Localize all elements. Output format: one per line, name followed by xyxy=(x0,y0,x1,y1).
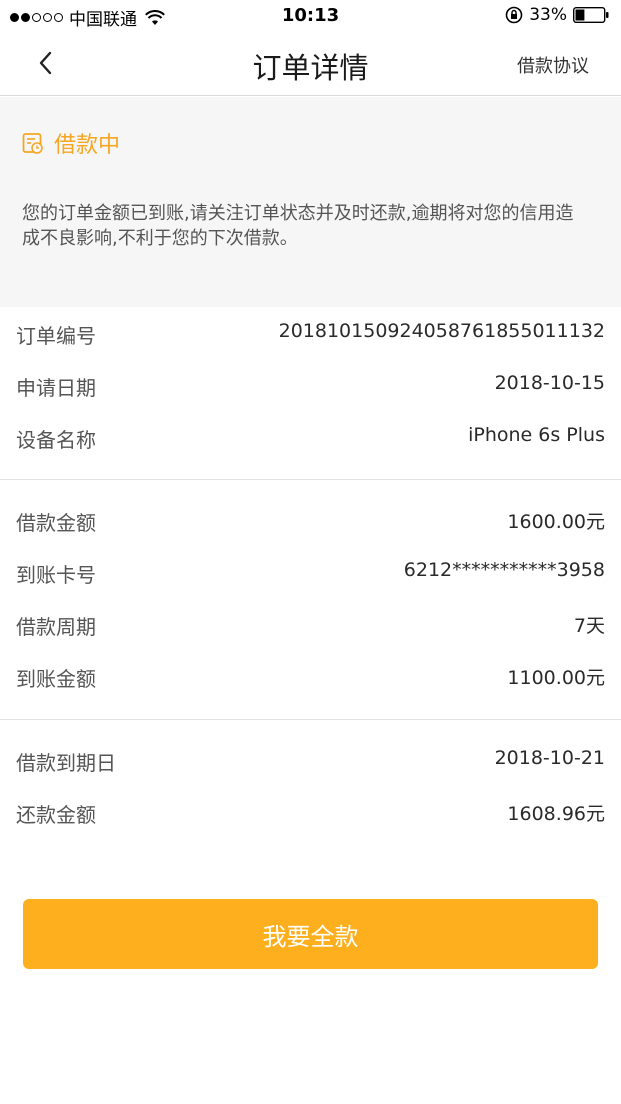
nav-bar: 订单详情 借款协议 xyxy=(0,32,621,96)
status-right: 33% xyxy=(505,5,609,25)
loan-status: 借款中 xyxy=(22,127,120,159)
rotation-lock-icon xyxy=(505,6,523,24)
detail-row-loan-period: 借款周期 7天 xyxy=(0,598,621,650)
repay-info-section: 借款到期日 2018-10-21 还款金额 1608.96元 xyxy=(0,734,621,838)
loan-status-text: 借款中 xyxy=(54,133,121,158)
battery-percent: 33% xyxy=(529,5,567,25)
calendar-clock-icon xyxy=(22,133,43,154)
detail-row-received-amount: 到账金额 1100.00元 xyxy=(0,650,621,702)
detail-row-device-name: 设备名称 iPhone 6s Plus xyxy=(0,411,621,463)
row-value: 2018-10-21 xyxy=(494,747,605,769)
row-label: 订单编号 xyxy=(16,324,96,348)
row-label: 设备名称 xyxy=(16,428,96,452)
status-message: 您的订单金额已到账,请关注订单状态并及时还款,逾期将对您的信用造成不良影响,不利… xyxy=(22,203,574,249)
status-bar: 中国联通 10:13 33% xyxy=(0,0,621,32)
detail-row-card-number: 到账卡号 6212***********3958 xyxy=(0,546,621,598)
detail-row-apply-date: 申请日期 2018-10-15 xyxy=(0,359,621,411)
section-divider xyxy=(0,719,621,720)
row-value: 20181015092405876185501113​2 xyxy=(278,320,605,342)
row-label: 到账金额 xyxy=(16,667,96,691)
loan-agreement-link[interactable]: 借款协议 xyxy=(517,52,589,78)
row-value: iPhone 6s Plus xyxy=(468,424,605,446)
section-divider xyxy=(0,479,621,480)
row-value: 6212***********3958 xyxy=(403,559,605,581)
detail-row-order-number: 订单编号 20181015092405876185501113​2 xyxy=(0,307,621,359)
row-value: 1600.00元 xyxy=(507,511,605,533)
row-value: 1608.96元 xyxy=(507,803,605,825)
row-label: 借款到期日 xyxy=(16,751,116,775)
order-info-section: 订单编号 20181015092405876185501113​2 申请日期 2… xyxy=(0,307,621,463)
detail-row-due-date: 借款到期日 2018-10-21 xyxy=(0,734,621,786)
row-label: 到账卡号 xyxy=(16,563,96,587)
full-payment-button[interactable]: 我要全款 xyxy=(23,899,598,969)
row-label: 借款周期 xyxy=(16,615,96,639)
detail-row-loan-amount: 借款金额 1600.00元 xyxy=(0,494,621,546)
row-label: 借款金额 xyxy=(16,511,96,535)
loan-info-section: 借款金额 1600.00元 到账卡号 6212***********3958 借… xyxy=(0,494,621,702)
row-value: 7天 xyxy=(573,615,605,637)
row-value: 1100.00元 xyxy=(507,667,605,689)
status-banner: 借款中 您的订单金额已到账,请关注订单状态并及时还款,逾期将对您的信用造成不良影… xyxy=(0,97,621,307)
row-value: 2018-10-15 xyxy=(494,372,605,394)
row-label: 申请日期 xyxy=(16,376,96,400)
battery-icon xyxy=(573,7,609,23)
detail-row-repay-amount: 还款金额 1608.96元 xyxy=(0,786,621,838)
row-label: 还款金额 xyxy=(16,803,96,827)
